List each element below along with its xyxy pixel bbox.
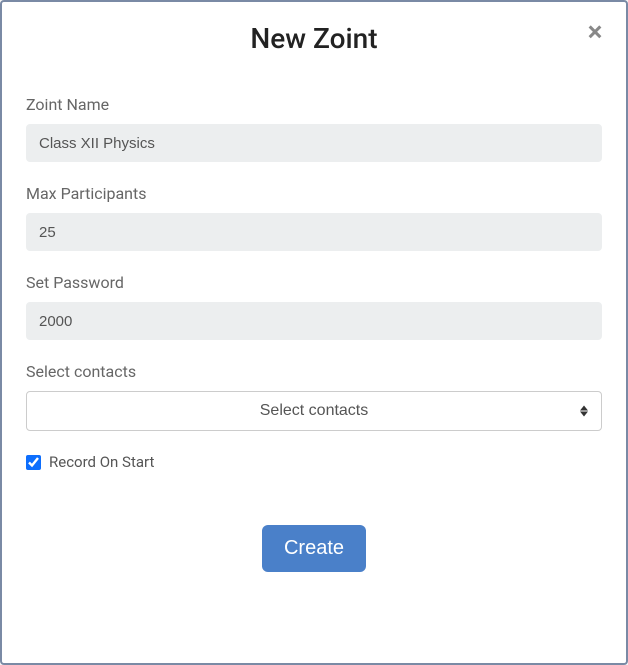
set-password-input[interactable] bbox=[26, 302, 602, 340]
max-participants-input[interactable] bbox=[26, 213, 602, 251]
modal-footer: Create bbox=[2, 525, 626, 597]
select-contacts-wrapper: Select contacts bbox=[26, 391, 602, 431]
set-password-group: Set Password bbox=[26, 273, 602, 340]
close-icon[interactable]: × bbox=[584, 22, 606, 44]
modal-header: New Zoint × bbox=[2, 2, 626, 67]
set-password-label: Set Password bbox=[26, 273, 602, 292]
modal-title: New Zoint bbox=[26, 22, 602, 55]
zoint-name-label: Zoint Name bbox=[26, 95, 602, 114]
select-contacts-group: Select contacts Select contacts bbox=[26, 362, 602, 431]
max-participants-group: Max Participants bbox=[26, 184, 602, 251]
record-on-start-checkbox[interactable] bbox=[26, 455, 41, 470]
select-contacts-dropdown[interactable]: Select contacts bbox=[26, 391, 602, 431]
record-on-start-label: Record On Start bbox=[49, 453, 154, 471]
zoint-name-group: Zoint Name bbox=[26, 95, 602, 162]
new-zoint-modal: New Zoint × Zoint Name Max Participants … bbox=[0, 0, 628, 665]
zoint-name-input[interactable] bbox=[26, 124, 602, 162]
record-on-start-row: Record On Start bbox=[26, 453, 602, 471]
modal-body: Zoint Name Max Participants Set Password… bbox=[2, 67, 626, 525]
select-contacts-label: Select contacts bbox=[26, 362, 602, 381]
create-button[interactable]: Create bbox=[262, 525, 366, 572]
max-participants-label: Max Participants bbox=[26, 184, 602, 203]
